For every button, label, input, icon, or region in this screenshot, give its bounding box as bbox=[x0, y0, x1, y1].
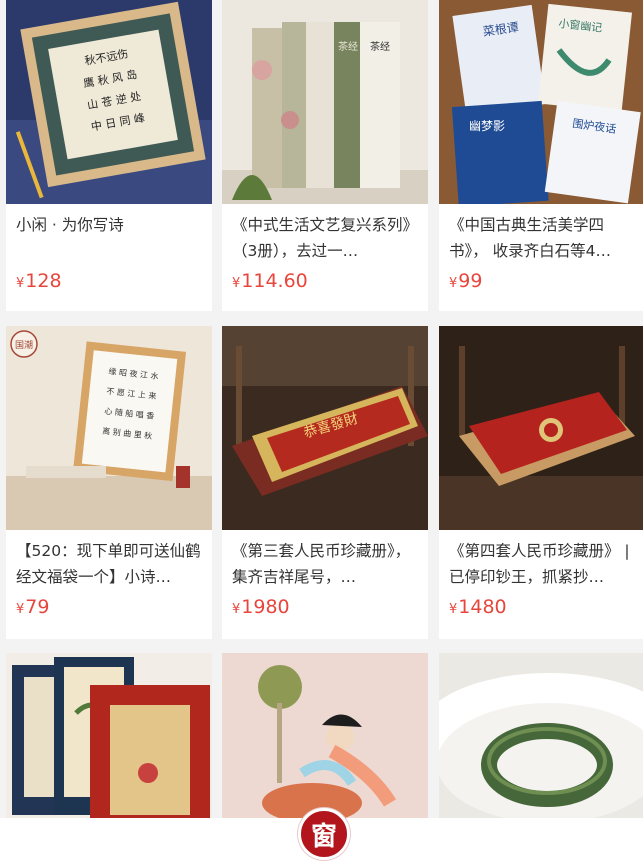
product-card[interactable]: 《第四套人民币珍藏册》 | 已停印钞王，抓紧抄… ¥1480 bbox=[439, 326, 643, 639]
logo-glyph: 窗 bbox=[310, 821, 337, 852]
product-price: ¥79 bbox=[16, 596, 50, 618]
product-card[interactable]: 国潮 缘 昭 夜 江 水 不 愿 江 上 来 心 随 船 唱 香 离 别 曲 里… bbox=[6, 326, 212, 639]
svg-text:幽梦影: 幽梦影 bbox=[469, 119, 505, 133]
svg-text:茶经: 茶经 bbox=[338, 40, 358, 53]
product-title[interactable]: 小闲 · 为你写诗 bbox=[16, 212, 206, 238]
product-title[interactable]: 《第四套人民币珍藏册》 | 已停印钞王，抓紧抄… bbox=[449, 538, 639, 590]
product-image[interactable] bbox=[439, 326, 643, 530]
product-card[interactable] bbox=[6, 653, 212, 818]
svg-text:茶经: 茶经 bbox=[370, 40, 390, 53]
product-image[interactable]: 恭喜發財 bbox=[222, 326, 428, 530]
product-card[interactable]: 茶经 茶经 《中式生活文艺复兴系列》（3册），去过一… ¥114.60 bbox=[222, 0, 428, 311]
product-card[interactable]: 菜根谭 小窗幽记 幽梦影 围炉夜话 《中国古典生活美学四书》， 收录齐白石等4…… bbox=[439, 0, 643, 311]
product-title[interactable]: 《中式生活文艺复兴系列》（3册），去过一… bbox=[232, 212, 422, 264]
product-card[interactable] bbox=[439, 653, 643, 818]
product-card[interactable]: 秋不远伤 鹰 秋 风 岛 山 苍 逆 处 中 日 同 峰 小闲 · 为你写诗 ¥… bbox=[6, 0, 212, 311]
product-title[interactable]: 《中国古典生活美学四书》， 收录齐白石等4… bbox=[449, 212, 639, 264]
product-title[interactable]: 《第三套人民币珍藏册》，集齐吉祥尾号，… bbox=[232, 538, 422, 590]
product-image[interactable]: 菜根谭 小窗幽记 幽梦影 围炉夜话 bbox=[439, 0, 643, 204]
product-image[interactable]: 国潮 缘 昭 夜 江 水 不 愿 江 上 来 心 随 船 唱 香 离 别 曲 里… bbox=[6, 326, 212, 530]
product-price: ¥99 bbox=[449, 270, 483, 292]
product-card[interactable] bbox=[222, 653, 428, 818]
brand-logo-button[interactable]: 窗 bbox=[298, 808, 350, 860]
product-image[interactable] bbox=[439, 653, 643, 818]
product-image[interactable] bbox=[6, 653, 212, 818]
product-image[interactable] bbox=[222, 653, 428, 818]
product-card[interactable]: 恭喜發財 《第三套人民币珍藏册》，集齐吉祥尾号，… ¥1980 bbox=[222, 326, 428, 639]
product-price: ¥1480 bbox=[449, 596, 507, 618]
product-price: ¥1980 bbox=[232, 596, 290, 618]
product-image[interactable]: 秋不远伤 鹰 秋 风 岛 山 苍 逆 处 中 日 同 峰 bbox=[6, 0, 212, 204]
product-price: ¥114.60 bbox=[232, 270, 308, 292]
product-image[interactable]: 茶经 茶经 bbox=[222, 0, 428, 204]
product-price: ¥128 bbox=[16, 270, 62, 292]
svg-text:国潮: 国潮 bbox=[15, 339, 33, 351]
product-title[interactable]: 【520：现下单即可送仙鹤经文福袋一个】小诗… bbox=[16, 538, 206, 590]
